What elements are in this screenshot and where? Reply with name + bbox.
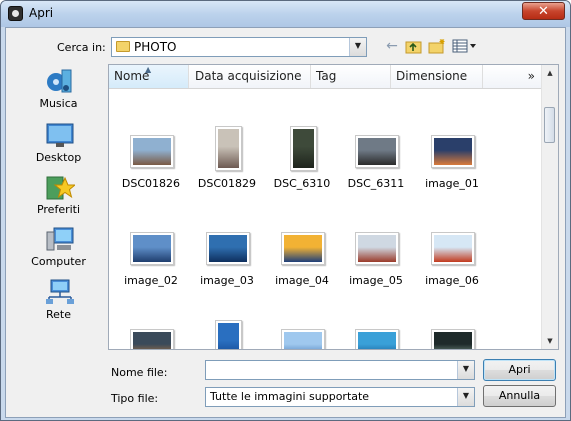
file-item[interactable]: image_08 [113,329,189,349]
favorites-icon [46,176,75,200]
column-header: Nome ▲ Data acquisizione Tag Dimensione … [109,65,543,89]
title-bar[interactable]: Apri ✕ [1,1,570,27]
file-item[interactable]: image_03 [189,232,265,318]
file-name: DSC01829 [197,177,257,190]
thumbnail-image [355,135,399,168]
thumbnail-image [355,329,399,349]
filename-label: Nome file: [111,366,168,379]
column-data-acquisizione[interactable]: Data acquisizione [190,65,311,88]
filetype-label: Tipo file: [111,392,159,405]
file-item[interactable]: image_05 [338,232,414,318]
open-button[interactable]: Apri [483,359,556,381]
file-item[interactable]: image_04 [264,232,340,318]
column-label: Tag [316,69,337,83]
chevron-down-icon[interactable]: ▼ [349,38,366,56]
file-item[interactable]: image_09 [189,320,265,349]
place-label: Preferiti [36,203,81,216]
back-icon[interactable]: ← [383,38,401,54]
file-name: DSC_6311 [347,177,405,190]
file-list-view[interactable]: Nome ▲ Data acquisizione Tag Dimensione … [108,64,559,350]
thumbnail-image [130,135,174,168]
close-button[interactable]: ✕ [522,2,565,20]
vertical-scrollbar[interactable]: ▲ ▼ [541,65,558,349]
place-rete[interactable]: Rete [11,277,106,327]
look-in-label: Cerca in: [57,41,106,54]
file-item[interactable]: image_06 [414,232,490,318]
filetype-select[interactable]: Tutte le immagini supportate ▼ [205,387,475,407]
thumbnail-image [206,232,250,265]
column-label: Dimensione [396,69,468,83]
view-menu-icon[interactable] [452,38,478,54]
thumbnail-image [281,329,325,349]
up-folder-icon[interactable] [405,38,423,54]
dialog-body: Cerca in: PHOTO ▼ ← Musica Desktop Prefe… [5,27,566,418]
file-name: image_04 [275,274,329,287]
cancel-button[interactable]: Annulla [483,385,556,407]
filetype-value: Tutte le immagini supportate [210,390,370,403]
file-item[interactable]: image_10 [264,329,340,349]
folder-icon [116,41,130,52]
computer-icon [46,227,74,251]
places-bar: Musica Desktop Preferiti Computer Rete [11,64,106,351]
network-icon [46,279,74,304]
place-label: Computer [31,255,86,268]
chevron-down-icon[interactable]: ▼ [457,361,474,379]
thumbnail-image [431,232,475,265]
scroll-down-icon[interactable]: ▼ [543,334,557,348]
file-name: DSC_6310 [273,177,331,190]
column-nome[interactable]: Nome ▲ [109,65,189,88]
column-label: » [527,69,535,83]
app-icon [8,6,23,21]
thumbnail-image [130,232,174,265]
file-item[interactable]: image_11 [338,329,414,349]
window-title: Apri [29,6,54,20]
file-name: image_05 [349,274,403,287]
desktop-icon [46,123,74,147]
file-item[interactable]: image_12 [414,329,490,349]
thumbnail-image [215,320,242,349]
column-tag[interactable]: Tag [311,65,391,88]
thumbnail-image [355,232,399,265]
file-item[interactable]: DSC_6311 [338,135,414,221]
file-name: image_02 [124,274,178,287]
file-name: image_06 [425,274,479,287]
place-desktop[interactable]: Desktop [11,120,106,170]
thumbnail-image [130,329,174,349]
file-item[interactable]: image_01 [414,135,490,221]
place-label: Desktop [35,151,82,164]
column-dimensione[interactable]: Dimensione [391,65,483,88]
scroll-up-icon[interactable]: ▲ [543,66,557,80]
thumbnail-image [215,126,242,171]
thumbnail-image [431,135,475,168]
file-item[interactable]: DSC01826 [113,135,189,221]
new-folder-icon[interactable] [428,38,446,54]
place-label: Rete [46,308,71,321]
column-overflow-button[interactable]: » [483,65,543,88]
file-item[interactable]: image_02 [113,232,189,318]
file-name: image_03 [200,274,254,287]
file-item[interactable]: DSC_6310 [264,126,340,221]
sort-ascending-icon: ▲ [145,65,152,74]
chevron-down-icon[interactable]: ▼ [457,388,474,406]
file-name: DSC01826 [121,177,181,190]
file-name: image_01 [425,177,479,190]
music-icon [47,69,72,93]
column-label: Data acquisizione [195,69,302,83]
place-preferiti[interactable]: Preferiti [11,172,106,222]
look-in-value: PHOTO [134,40,177,54]
open-dialog-window: Apri ✕ Cerca in: PHOTO ▼ ← Musica Deskto… [0,0,571,421]
look-in-combo[interactable]: PHOTO ▼ [111,37,367,57]
place-computer[interactable]: Computer [11,224,106,274]
scroll-thumb[interactable] [544,107,555,143]
file-item[interactable]: DSC01829 [189,126,265,221]
thumbnail-image [431,329,475,349]
place-label: Musica [39,97,78,110]
thumbnail-image [281,232,325,265]
filename-field[interactable]: ▼ [205,360,475,380]
place-musica[interactable]: Musica [11,66,106,116]
thumbnail-image [290,126,317,171]
